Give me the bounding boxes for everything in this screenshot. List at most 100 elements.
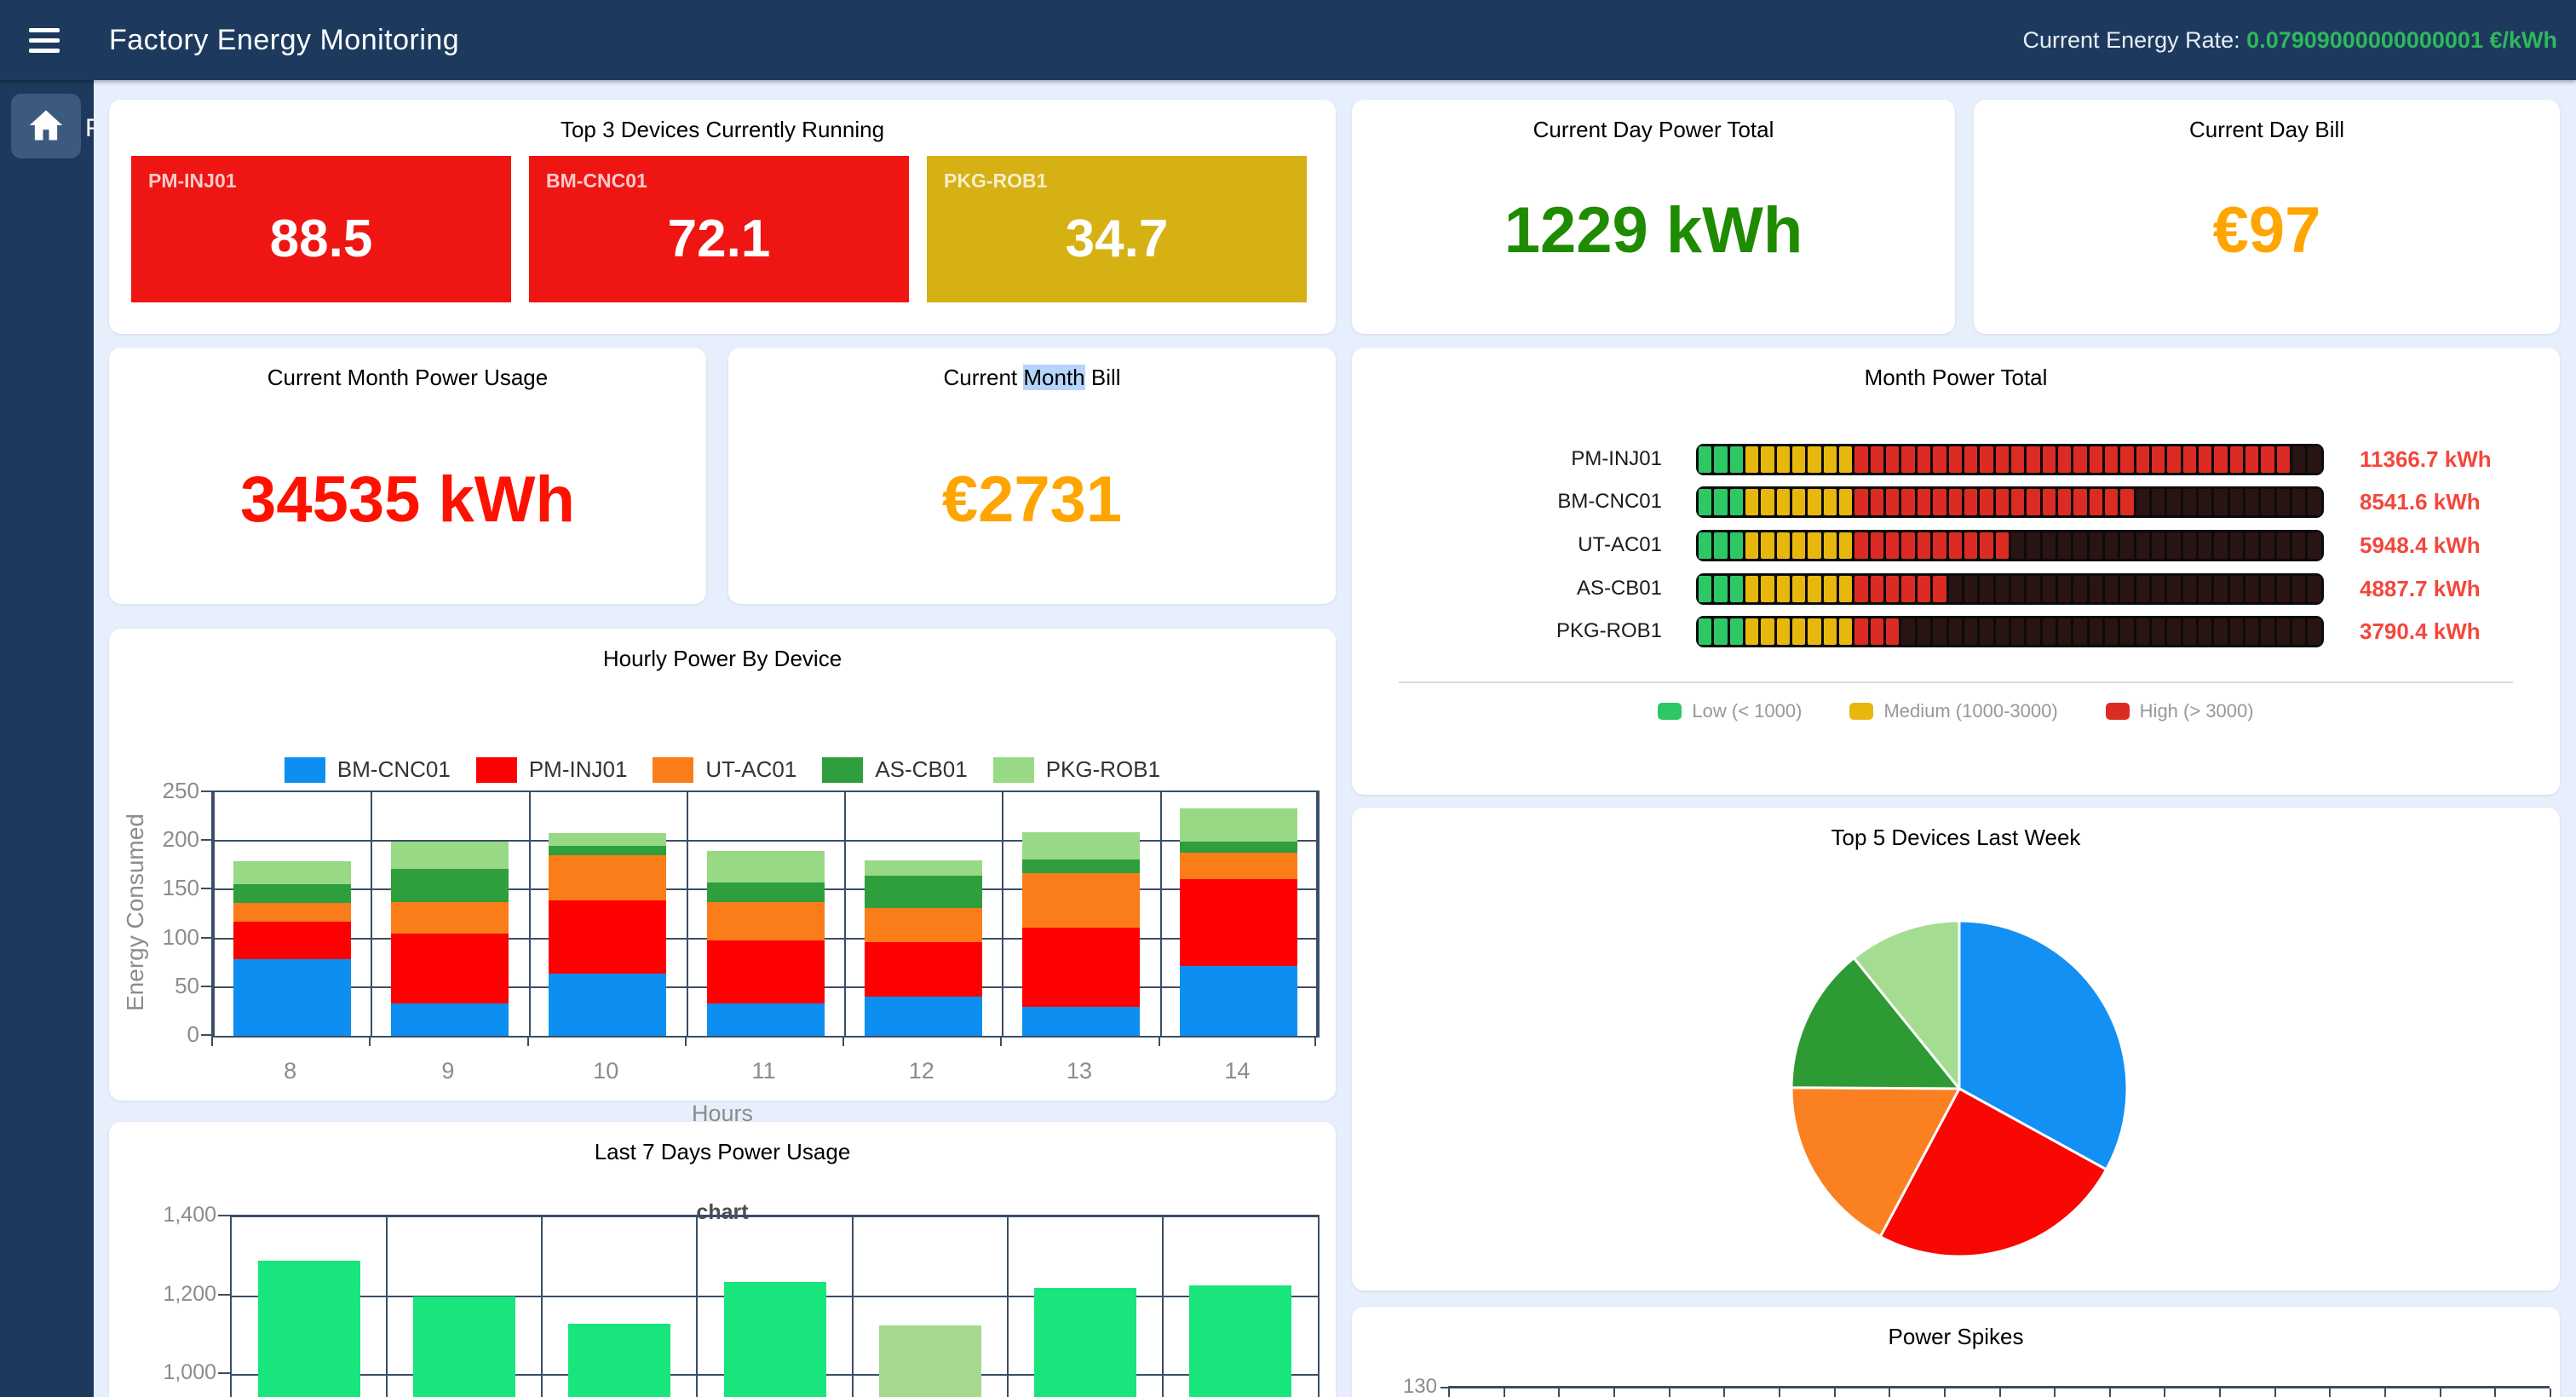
panel-month-usage-title: Current Month Power Usage — [109, 348, 706, 391]
top3-tile: PKG-ROB1 34.7 — [927, 156, 1307, 302]
legend-label: PM-INJ01 — [529, 756, 628, 783]
legend-chip — [2106, 703, 2130, 720]
stacked-bar-segment — [707, 902, 825, 940]
month-bill-value: €2731 — [728, 463, 1336, 537]
panel-spikes: Power Spikes 130 — [1352, 1307, 2560, 1397]
legend-chip — [993, 757, 1034, 783]
legend-item: PKG-ROB1 — [993, 756, 1160, 783]
device-month-bar — [1696, 616, 2324, 647]
legend-label: UT-AC01 — [705, 756, 796, 783]
stacked-bar-segment — [865, 860, 982, 876]
panel-hourly: Hourly Power By Device BM-CNC01PM-INJ01U… — [109, 629, 1336, 1101]
stacked-bar-segment — [865, 908, 982, 942]
panel-top3-devices: Top 3 Devices Currently Running PM-INJ01… — [109, 100, 1336, 334]
stacked-bar-segment — [549, 900, 666, 974]
app-title: Factory Energy Monitoring — [109, 24, 459, 57]
stacked-bar-segment — [391, 902, 509, 934]
x-axis-tick-label: 10 — [572, 1058, 640, 1084]
panel-month-total: Month Power Total PM-INJ0111366.7 kWhBM-… — [1352, 348, 2560, 795]
panel-day-bill: Current Day Bill €97 — [1974, 100, 2560, 334]
month-total-legend: Low (< 1000)Medium (1000-3000)High (> 30… — [1352, 700, 2560, 722]
stacked-bar-segment — [707, 1003, 825, 1036]
home-icon — [28, 108, 64, 145]
device-row-label: PM-INJ01 — [1381, 447, 1662, 471]
stacked-bar-segment — [233, 903, 351, 922]
panel-top5: Top 5 Devices Last Week — [1352, 808, 2560, 1291]
stacked-bar-segment — [865, 942, 982, 997]
legend-item: PM-INJ01 — [476, 756, 628, 783]
legend-chip — [285, 757, 325, 783]
legend-divider — [1399, 681, 2513, 683]
day-usage-bar — [568, 1324, 670, 1397]
legend-label: Low (< 1000) — [1692, 700, 1802, 722]
day-usage-bar — [879, 1325, 981, 1397]
panel-day-total: Current Day Power Total 1229 kWh — [1352, 100, 1955, 334]
sidebar: F — [0, 80, 94, 1397]
day-bill-value: €97 — [1974, 193, 2560, 267]
stacked-bar-segment — [391, 934, 509, 1003]
stacked-bar-segment — [707, 851, 825, 883]
device-row-label: BM-CNC01 — [1381, 490, 1662, 514]
hourly-legend: BM-CNC01PM-INJ01UT-AC01AS-CB01PKG-ROB1 — [109, 756, 1336, 783]
stacked-bar-segment — [1180, 853, 1297, 879]
panel-top3-title: Top 3 Devices Currently Running — [109, 100, 1336, 143]
stacked-bar-segment — [865, 876, 982, 908]
energy-rate-label: Current Energy Rate: — [2023, 27, 2240, 53]
stacked-bar-segment — [707, 882, 825, 902]
hourly-power-chart[interactable]: BM-CNC01PM-INJ01UT-AC01AS-CB01PKG-ROB105… — [109, 629, 1336, 1101]
y-axis-tick-label: 1,200 — [135, 1282, 216, 1307]
top3-tile: PM-INJ01 88.5 — [131, 156, 511, 302]
legend-item: AS-CB01 — [822, 756, 967, 783]
device-power-value: 34.7 — [927, 184, 1307, 294]
menu-button[interactable] — [24, 17, 65, 64]
last7-power-chart[interactable]: 1,4001,2001,000 — [109, 1122, 1336, 1397]
stacked-bar-segment — [1022, 873, 1140, 928]
app-root: Factory Energy Monitoring Current Energy… — [0, 0, 2576, 1397]
stacked-bar-segment — [549, 846, 666, 855]
top5-pie-chart[interactable] — [1780, 910, 2138, 1272]
legend-chip — [1658, 703, 1682, 720]
day-usage-bar — [724, 1282, 826, 1397]
sidebar-clipped-label[interactable]: F — [85, 114, 94, 143]
device-month-bar — [1696, 486, 2324, 518]
y-axis-title: Energy Consumed — [121, 790, 150, 1034]
device-row-label: UT-AC01 — [1381, 533, 1662, 557]
device-power-value: 72.1 — [529, 184, 909, 294]
device-month-value: 4887.7 kWh — [2360, 576, 2481, 602]
panel-month-bill-title: Current Month Bill — [728, 348, 1336, 391]
x-axis-tick-label: 8 — [256, 1058, 325, 1084]
stacked-bar-segment — [1022, 928, 1140, 1007]
legend-item: High (> 3000) — [2106, 700, 2254, 722]
y-axis-tick-label: 1,000 — [135, 1360, 216, 1385]
stacked-bar-segment — [391, 842, 509, 869]
x-axis-tick-label: 9 — [414, 1058, 482, 1084]
device-row-label: AS-CB01 — [1381, 577, 1662, 601]
hamburger-icon — [29, 28, 60, 53]
day-usage-bar — [413, 1296, 515, 1397]
month-power-total-chart[interactable]: PM-INJ0111366.7 kWhBM-CNC018541.6 kWhUT-… — [1352, 348, 2560, 795]
selected-text: Month — [1023, 365, 1084, 390]
panel-top5-title: Top 5 Devices Last Week — [1352, 808, 2560, 851]
device-month-bar — [1696, 530, 2324, 561]
x-axis-tick-label: 11 — [730, 1058, 798, 1084]
stacked-bar-segment — [707, 940, 825, 1003]
device-month-bar — [1696, 573, 2324, 605]
last7-plot-area — [230, 1215, 1320, 1397]
legend-label: High (> 3000) — [2140, 700, 2254, 722]
day-total-value: 1229 kWh — [1352, 193, 1955, 267]
y-axis-tick-label: 130 — [1383, 1375, 1437, 1397]
device-month-value: 3790.4 kWh — [2360, 618, 2481, 645]
device-row-label: PKG-ROB1 — [1381, 619, 1662, 643]
hourly-plot-area — [211, 790, 1320, 1038]
panel-month-usage: Current Month Power Usage 34535 kWh — [109, 348, 706, 604]
stacked-bar-segment — [391, 869, 509, 902]
home-button[interactable] — [11, 94, 81, 158]
power-spikes-chart[interactable]: 130 — [1352, 1307, 2560, 1397]
stacked-bar-segment — [1180, 879, 1297, 966]
legend-item: UT-AC01 — [653, 756, 796, 783]
x-axis-tick-label: 13 — [1045, 1058, 1113, 1084]
stacked-bar-segment — [549, 833, 666, 846]
device-power-value: 88.5 — [131, 184, 511, 294]
stacked-bar-segment — [865, 997, 982, 1036]
energy-rate-unit: €/kWh — [2489, 27, 2557, 53]
